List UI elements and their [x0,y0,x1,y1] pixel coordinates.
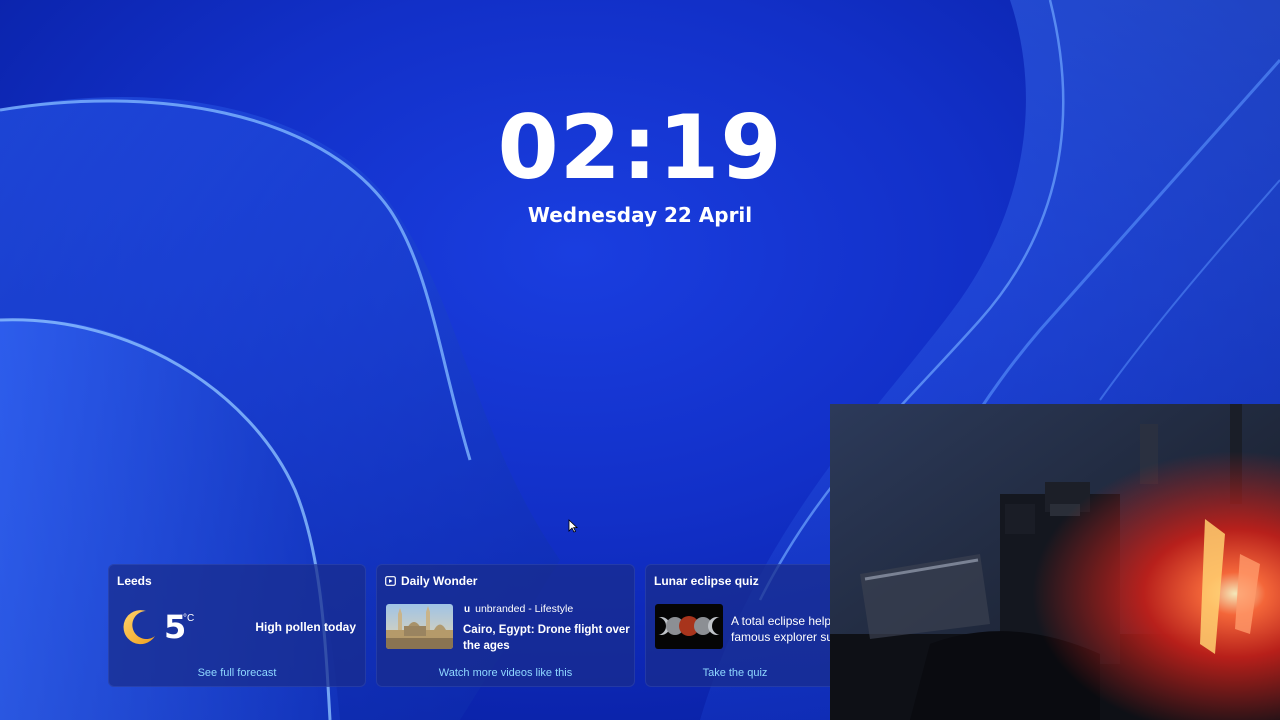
mouse-cursor-icon [568,519,578,533]
weather-widget[interactable]: Leeds 5 °C High pollen today See full fo… [108,564,366,687]
video-headline[interactable]: Cairo, Egypt: Drone flight over the ages [463,622,633,654]
webcam-feed [830,404,1280,720]
weather-location: Leeds [117,574,152,588]
weather-unit: °C [183,613,195,624]
weather-summary: High pollen today [255,620,356,634]
quiz-text: A total eclipse help famous explorer su [731,614,834,644]
source-logo: u [464,603,471,615]
quiz-title: Lunar eclipse quiz [654,574,759,588]
see-forecast-link[interactable]: See full forecast [108,667,366,679]
daily-wonder-widget[interactable]: Daily Wonder u unbranded - Lifestyle Cai… [376,564,635,687]
lock-screen: 02:19 Wednesday 22 April Leeds 5 °C High… [0,0,1280,720]
crescent-moon-icon [123,610,155,645]
take-quiz-link[interactable]: Take the quiz [645,667,825,679]
webcam-overlay [830,404,1280,720]
lock-date: Wednesday 22 April [527,203,753,227]
video-source: u unbranded - Lifestyle [464,603,573,615]
eclipse-thumbnail [655,604,723,649]
cairo-thumbnail [386,604,453,649]
daily-wonder-title: Daily Wonder [385,574,477,588]
video-icon [385,576,396,586]
source-label: unbranded - Lifestyle [475,603,574,615]
lock-time: 02:19 [497,96,783,199]
watch-more-link[interactable]: Watch more videos like this [376,667,635,679]
